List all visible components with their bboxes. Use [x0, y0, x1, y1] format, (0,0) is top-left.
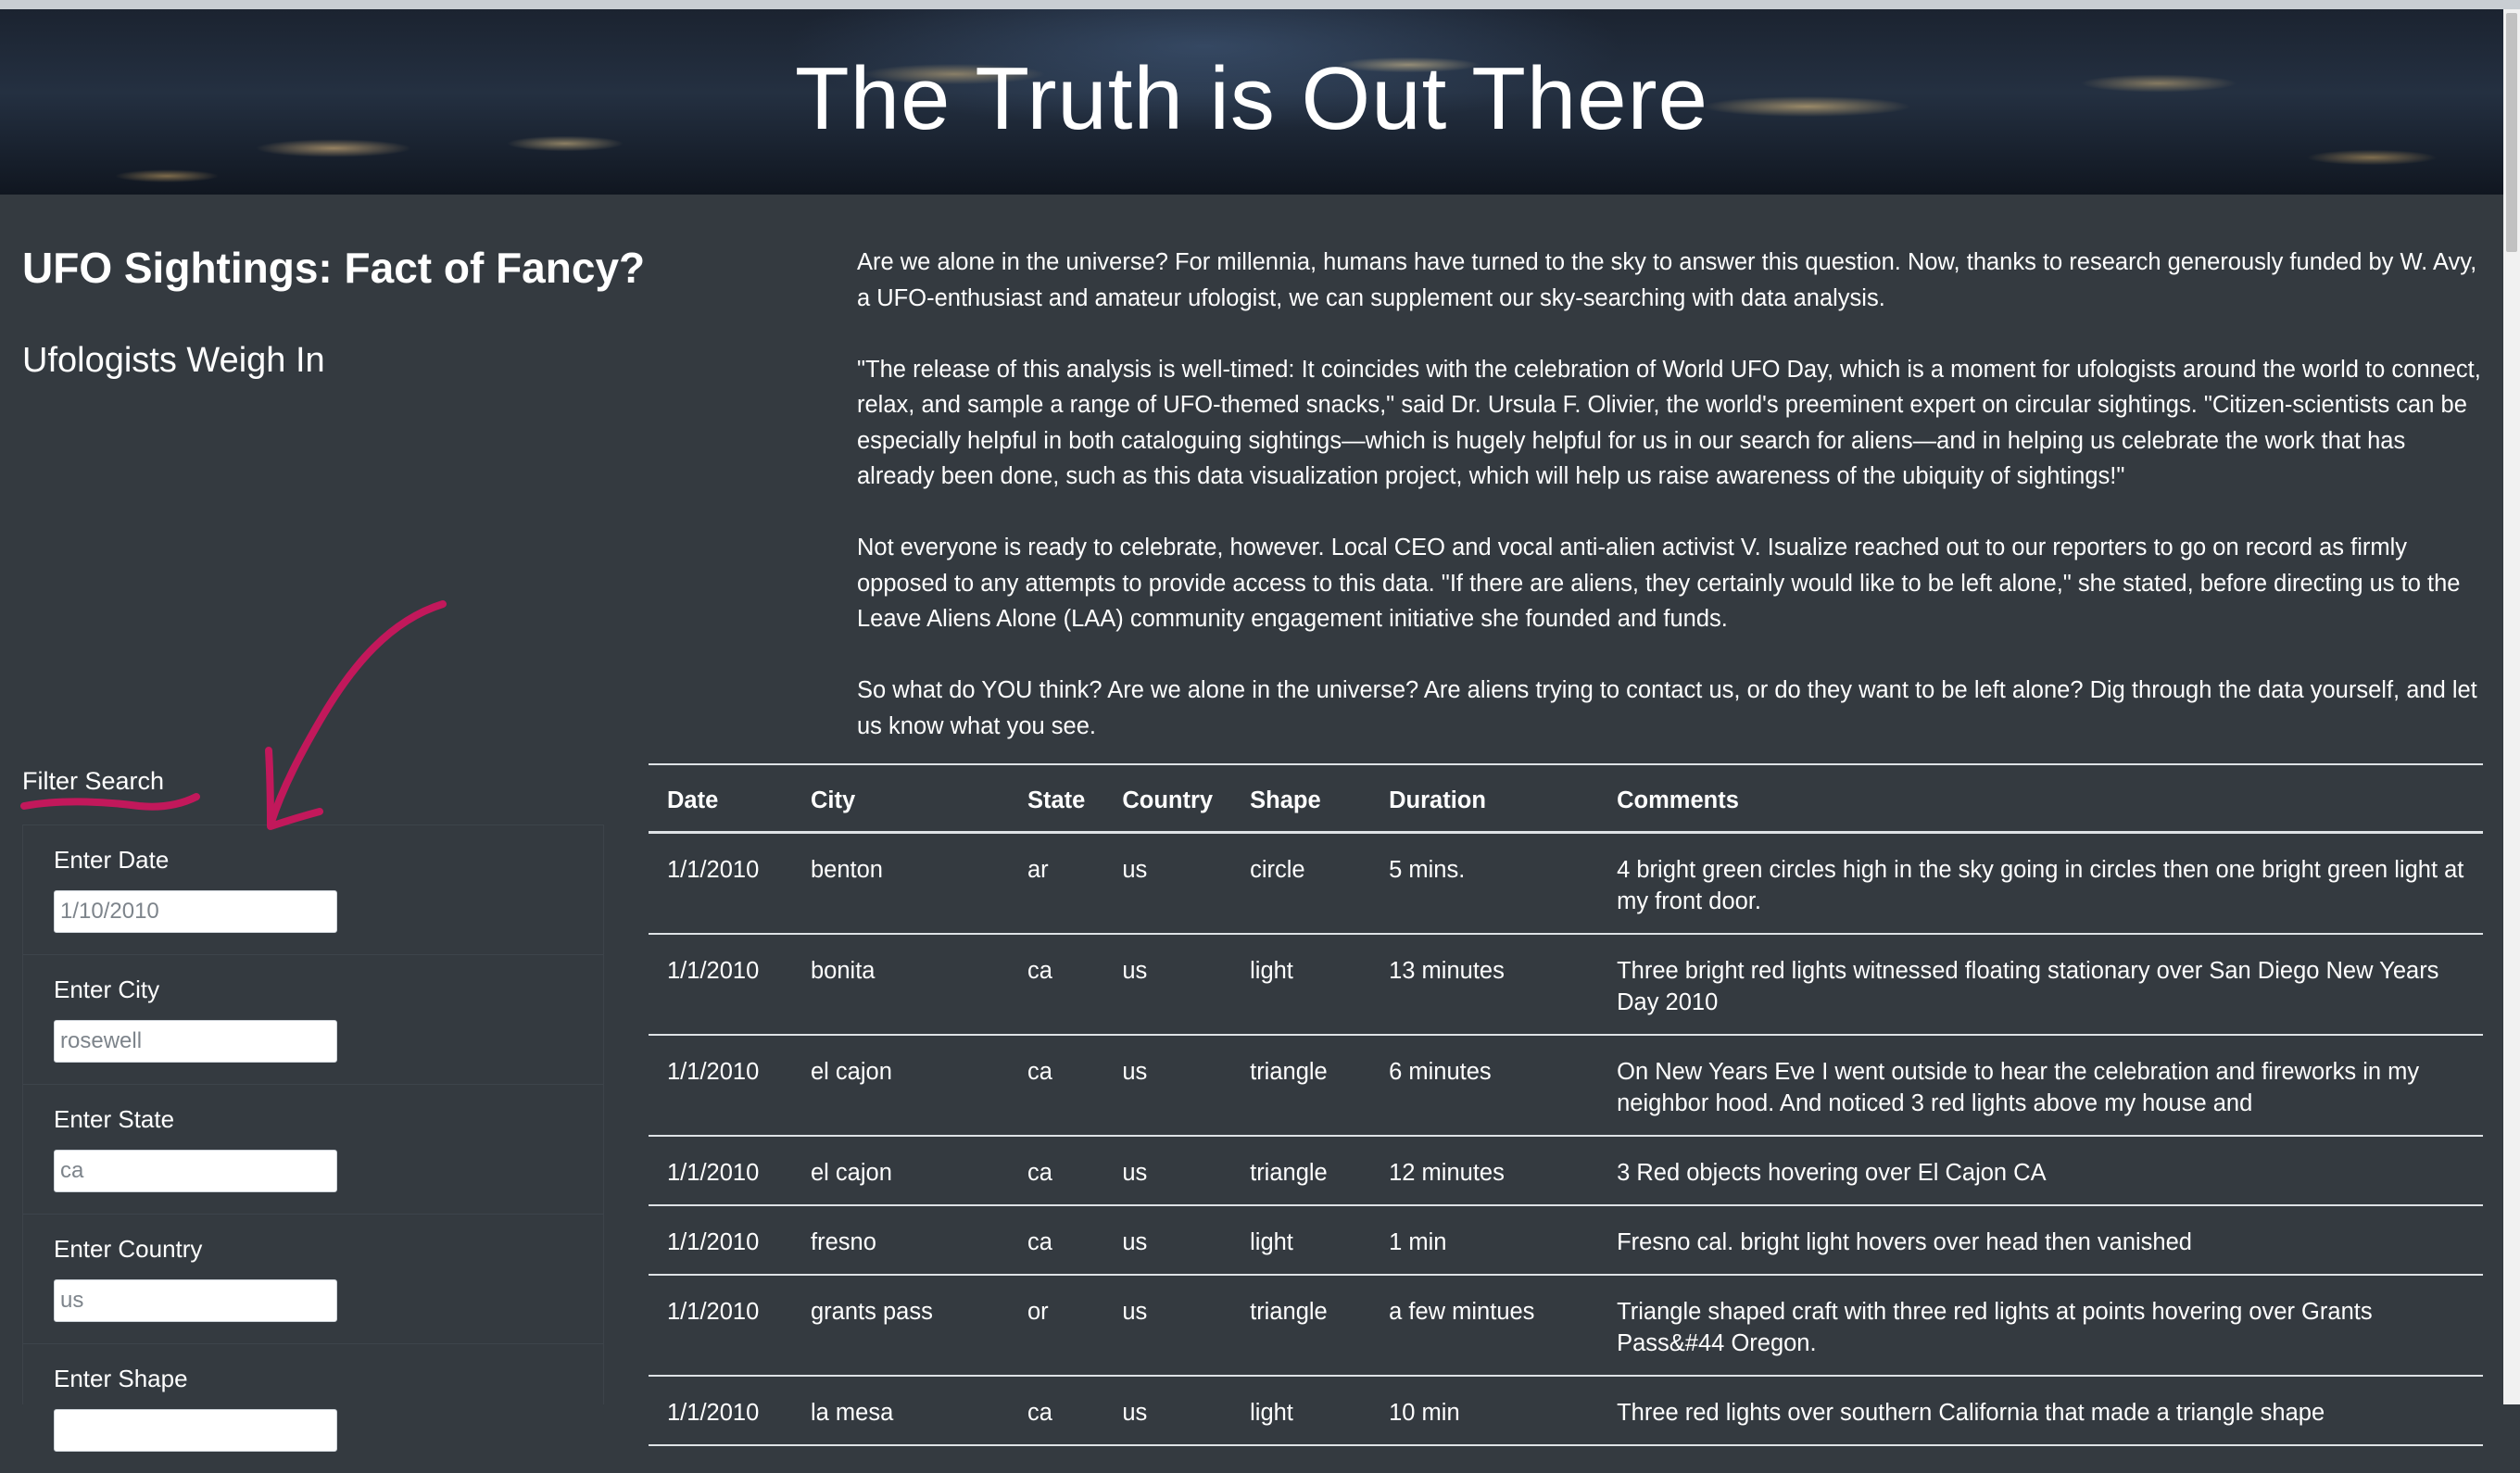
- cell-state: ca: [1009, 1376, 1104, 1446]
- cell-shape: triangle: [1231, 1136, 1371, 1206]
- city-input[interactable]: [54, 1020, 337, 1063]
- table-body: 1/1/2010 benton ar us circle 5 mins. 4 b…: [649, 832, 2483, 1446]
- cell-comments: Fresno cal. bright light hovers over hea…: [1598, 1205, 2483, 1276]
- cell-duration: a few mintues: [1370, 1275, 1599, 1377]
- cell-duration: 6 minutes: [1370, 1035, 1599, 1137]
- table-header-row: Date City State Country Shape Duration C…: [649, 763, 2483, 834]
- table-row: 1/1/2010 bonita ca us light 13 minutes T…: [649, 934, 2483, 1036]
- cell-shape: circle: [1231, 832, 1371, 935]
- column-header-state: State: [1009, 763, 1104, 834]
- column-header-shape: Shape: [1231, 763, 1371, 834]
- column-header-comments: Comments: [1598, 763, 2483, 834]
- cell-city: la mesa: [792, 1376, 1009, 1446]
- cell-city: grants pass: [792, 1275, 1009, 1377]
- cell-date: 1/1/2010: [649, 1035, 792, 1137]
- column-header-country: Country: [1103, 763, 1232, 834]
- cell-shape: light: [1231, 1376, 1371, 1446]
- cell-shape: light: [1231, 1205, 1371, 1276]
- cell-state: or: [1009, 1275, 1104, 1377]
- hero-title: The Truth is Out There: [795, 49, 1708, 149]
- cell-duration: 10 min: [1370, 1376, 1599, 1446]
- cell-shape: light: [1231, 934, 1371, 1036]
- article-intro: Are we alone in the universe? For millen…: [857, 245, 2488, 780]
- column-header-duration: Duration: [1370, 763, 1599, 834]
- cell-state: ca: [1009, 934, 1104, 1036]
- cell-country: us: [1103, 934, 1232, 1036]
- filter-item-state: Enter State: [23, 1084, 603, 1214]
- cell-country: us: [1103, 1376, 1232, 1446]
- cell-country: us: [1103, 1205, 1232, 1276]
- article-paragraph: "The release of this analysis is well-ti…: [857, 356, 2481, 490]
- cell-duration: 13 minutes: [1370, 934, 1599, 1036]
- cell-country: us: [1103, 832, 1232, 935]
- filter-label-shape: Enter Shape: [54, 1365, 188, 1392]
- date-input[interactable]: [54, 890, 337, 933]
- cell-comments: Triangle shaped craft with three red lig…: [1598, 1275, 2483, 1377]
- filter-label-state: Enter State: [54, 1105, 175, 1133]
- cell-date: 1/1/2010: [649, 1205, 792, 1276]
- table-header: Date City State Country Shape Duration C…: [649, 763, 2483, 834]
- cell-city: el cajon: [792, 1136, 1009, 1206]
- filter-item-city: Enter City: [23, 954, 603, 1084]
- cell-comments: 3 Red objects hovering over El Cajon CA: [1598, 1136, 2483, 1206]
- cell-city: el cajon: [792, 1035, 1009, 1137]
- annotation-underline: [20, 793, 200, 811]
- scrollbar-thumb[interactable]: [2506, 13, 2517, 252]
- cell-shape: triangle: [1231, 1275, 1371, 1377]
- filter-item-shape: Enter Shape: [23, 1343, 603, 1473]
- cell-duration: 5 mins.: [1370, 832, 1599, 935]
- cell-comments: On New Years Eve I went outside to hear …: [1598, 1035, 2483, 1137]
- filter-label-date: Enter Date: [54, 846, 170, 874]
- cell-comments: 4 bright green circles high in the sky g…: [1598, 832, 2483, 935]
- annotation-arrow-icon: [267, 600, 447, 828]
- table-row: 1/1/2010 fresno ca us light 1 min Fresno…: [649, 1205, 2483, 1276]
- cell-state: ar: [1009, 832, 1104, 935]
- filter-item-country: Enter Country: [23, 1214, 603, 1343]
- country-input[interactable]: [54, 1279, 337, 1322]
- table-row: 1/1/2010 benton ar us circle 5 mins. 4 b…: [649, 832, 2483, 935]
- cell-country: us: [1103, 1035, 1232, 1137]
- filter-label-city: Enter City: [54, 976, 160, 1003]
- cell-shape: triangle: [1231, 1035, 1371, 1137]
- cell-date: 1/1/2010: [649, 1136, 792, 1206]
- cell-country: us: [1103, 1275, 1232, 1377]
- filter-item-date: Enter Date: [23, 825, 603, 954]
- table-row: 1/1/2010 el cajon ca us triangle 6 minut…: [649, 1035, 2483, 1137]
- cell-state: ca: [1009, 1205, 1104, 1276]
- page-title: UFO Sightings: Fact of Fancy?: [22, 244, 646, 292]
- cell-duration: 12 minutes: [1370, 1136, 1599, 1206]
- state-input[interactable]: [54, 1150, 337, 1192]
- article-paragraph: So what do YOU think? Are we alone in th…: [857, 677, 2477, 739]
- annotation-arrowhead-icon: [265, 747, 323, 830]
- cell-state: ca: [1009, 1035, 1104, 1137]
- table-row: 1/1/2010 grants pass or us triangle a fe…: [649, 1275, 2483, 1377]
- hero-banner: The Truth is Out There: [0, 9, 2503, 195]
- page-subtitle: Ufologists Weigh In: [22, 341, 325, 380]
- cell-date: 1/1/2010: [649, 934, 792, 1036]
- cell-date: 1/1/2010: [649, 1275, 792, 1377]
- filter-search-title: Filter Search: [22, 767, 165, 795]
- cell-date: 1/1/2010: [649, 832, 792, 935]
- sightings-table-wrapper: Date City State Country Shape Duration C…: [649, 763, 2483, 1446]
- filter-label-country: Enter Country: [54, 1235, 203, 1263]
- cell-country: us: [1103, 1136, 1232, 1206]
- article-paragraph: Not everyone is ready to celebrate, howe…: [857, 535, 2461, 632]
- cell-city: fresno: [792, 1205, 1009, 1276]
- browser-top-edge: [0, 0, 2520, 9]
- table-row: 1/1/2010 el cajon ca us triangle 12 minu…: [649, 1136, 2483, 1206]
- cell-comments: Three red lights over southern Californi…: [1598, 1376, 2483, 1446]
- sightings-table: Date City State Country Shape Duration C…: [649, 763, 2483, 1446]
- cell-duration: 1 min: [1370, 1205, 1599, 1276]
- cell-city: benton: [792, 832, 1009, 935]
- cell-city: bonita: [792, 934, 1009, 1036]
- article-paragraph: Are we alone in the universe? For millen…: [857, 249, 2477, 311]
- cell-state: ca: [1009, 1136, 1104, 1206]
- table-row: 1/1/2010 la mesa ca us light 10 min Thre…: [649, 1376, 2483, 1446]
- cell-date: 1/1/2010: [649, 1376, 792, 1446]
- cell-comments: Three bright red lights witnessed floati…: [1598, 934, 2483, 1036]
- column-header-date: Date: [649, 763, 792, 834]
- filter-list: Enter Date Enter City Enter State Enter …: [22, 825, 604, 1452]
- column-header-city: City: [792, 763, 1009, 834]
- shape-input[interactable]: [54, 1409, 337, 1452]
